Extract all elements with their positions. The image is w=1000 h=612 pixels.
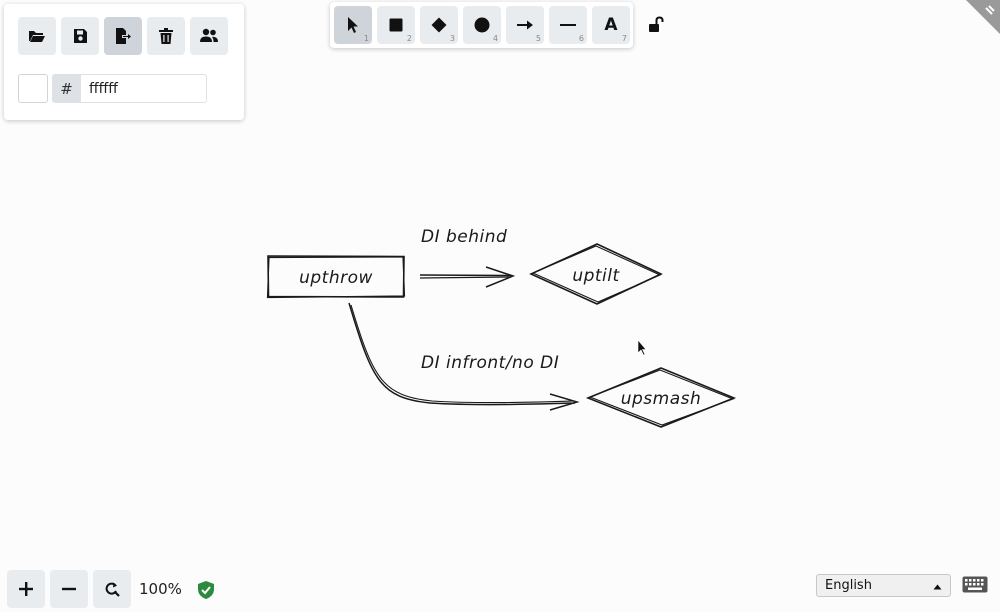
language-select[interactable]: English [816,574,951,597]
reset-zoom-icon [105,582,120,597]
zoom-level: 100% [139,580,182,598]
zoom-in-button[interactable] [7,570,45,608]
encryption-indicator[interactable] [197,580,215,604]
reset-zoom-button[interactable] [93,570,131,608]
arrow2-label: DI infront/no DI [421,353,559,373]
uptilt-label: uptilt [572,266,620,286]
language-value: English [825,578,872,593]
zoom-out-button[interactable] [50,570,88,608]
caret-up-icon [933,584,942,590]
arrow1-label: DI behind [421,227,507,247]
drawing-canvas[interactable]: upthrow DI behind uptilt DI infront/no D… [0,0,1000,612]
mouse-cursor-icon [637,339,647,356]
uptilt-diamond[interactable]: uptilt [529,243,663,305]
arrow-to-uptilt[interactable] [419,266,516,288]
keyboard-shortcuts-button[interactable] [962,576,988,597]
upthrow-rectangle[interactable]: upthrow [266,255,406,299]
upsmash-diamond[interactable]: upsmash [585,367,737,428]
upsmash-label: upsmash [621,389,702,409]
zoom-controls: 100% [4,566,184,610]
minus-icon [62,587,76,591]
upthrow-label: upthrow [299,268,373,288]
shield-check-icon [198,581,214,599]
plus-icon [19,582,33,596]
keyboard-icon [962,576,988,593]
